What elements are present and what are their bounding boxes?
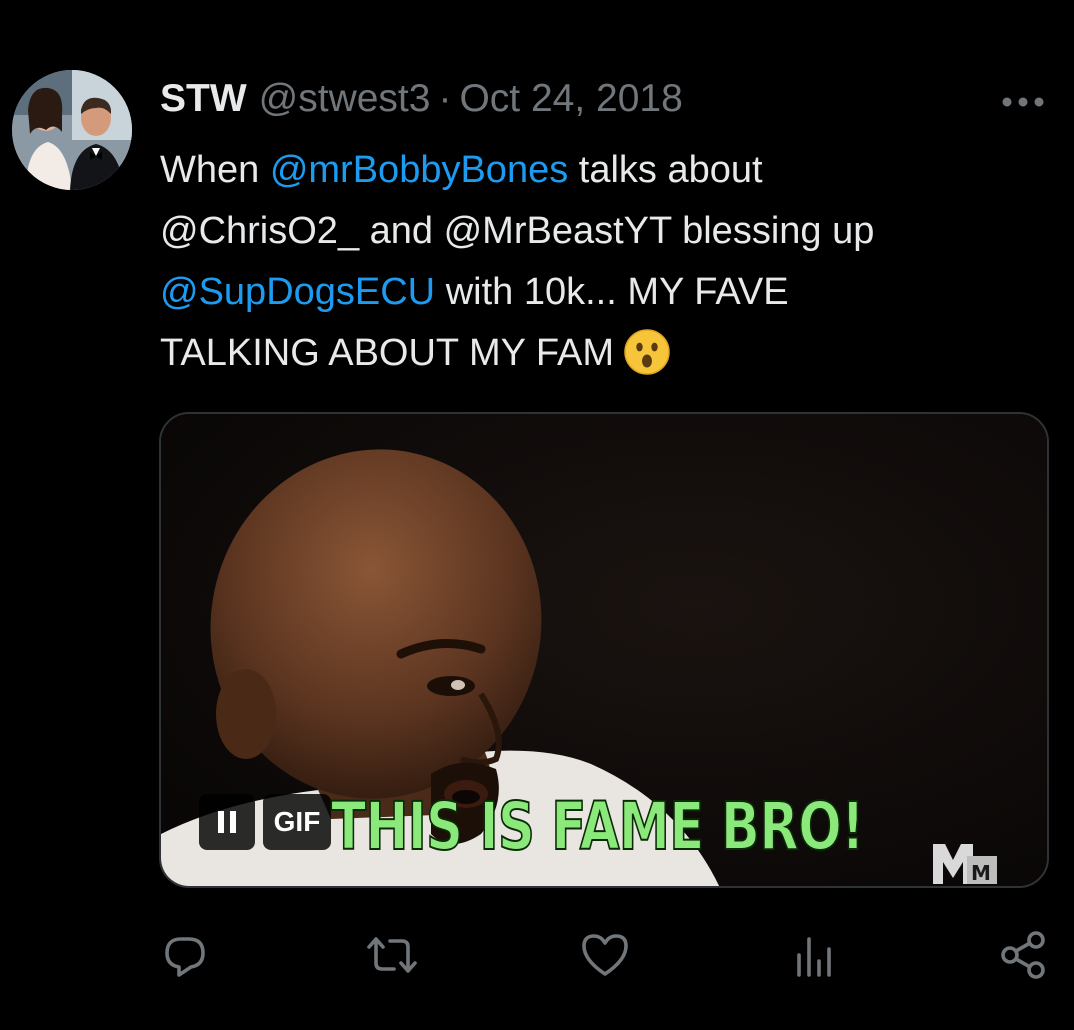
text-segment: When: [160, 149, 270, 191]
avatar-photo: [12, 70, 132, 190]
svg-text:M: M: [971, 861, 991, 885]
avatar[interactable]: [12, 70, 132, 190]
share-button[interactable]: [993, 925, 1053, 985]
mtv-logo-icon: M: [933, 844, 997, 885]
retweet-button[interactable]: [362, 925, 422, 985]
text-segment: with 10k... MY FAVE: [435, 271, 789, 313]
separator-dot: ·: [438, 77, 452, 120]
share-icon: [1001, 931, 1045, 979]
gif-badge: GIF: [263, 794, 331, 850]
reply-button[interactable]: [155, 925, 215, 985]
text-segment: blessing up: [671, 210, 875, 252]
tweet-header: STW @stwest3 · Oct 24, 2018: [160, 74, 683, 124]
views-chart-icon: [797, 937, 831, 977]
gif-caption: THIS IS FAME BRO!: [330, 788, 865, 865]
tweet: STW @stwest3 · Oct 24, 2018 When @mrBobb…: [0, 0, 1074, 1030]
heart-icon: [582, 934, 628, 976]
mention-link[interactable]: @mrBobbyBones: [270, 149, 568, 191]
retweet-icon: [367, 937, 417, 973]
mention-link[interactable]: @SupDogsECU: [160, 271, 435, 313]
reply-icon: [165, 937, 205, 977]
tweet-actions: [0, 925, 1074, 995]
tweet-text-line: @ChrisO2_ and @MrBeastYT blessing up: [160, 201, 1040, 262]
pause-icon: [218, 811, 236, 833]
astonished-face-emoji: [624, 329, 670, 375]
text-segment: talks about: [568, 149, 763, 191]
like-button[interactable]: [575, 925, 635, 985]
tweet-text-line: @SupDogsECU with 10k... MY FAVE: [160, 262, 1040, 323]
text-segment: @MrBeastYT: [443, 210, 672, 252]
display-name[interactable]: STW: [160, 77, 247, 121]
pause-button[interactable]: [199, 794, 255, 850]
gif-media[interactable]: GIF THIS IS FAME BRO! M: [159, 412, 1049, 888]
tweet-date[interactable]: Oct 24, 2018: [459, 77, 682, 121]
user-handle[interactable]: @stwest3: [259, 77, 431, 121]
more-dots-icon: [1002, 97, 1044, 107]
text-segment: and: [359, 210, 444, 252]
tweet-text-line: TALKING ABOUT MY FAM: [160, 323, 1040, 384]
text-segment: @ChrisO2_: [160, 210, 360, 252]
tweet-text: When @mrBobbyBones talks about @ChrisO2_…: [160, 140, 1040, 384]
views-button[interactable]: [784, 925, 844, 985]
more-options-button[interactable]: [994, 82, 1054, 122]
text-segment: TALKING ABOUT MY FAM: [160, 332, 614, 374]
tweet-text-line: When @mrBobbyBones talks about: [160, 140, 1040, 201]
